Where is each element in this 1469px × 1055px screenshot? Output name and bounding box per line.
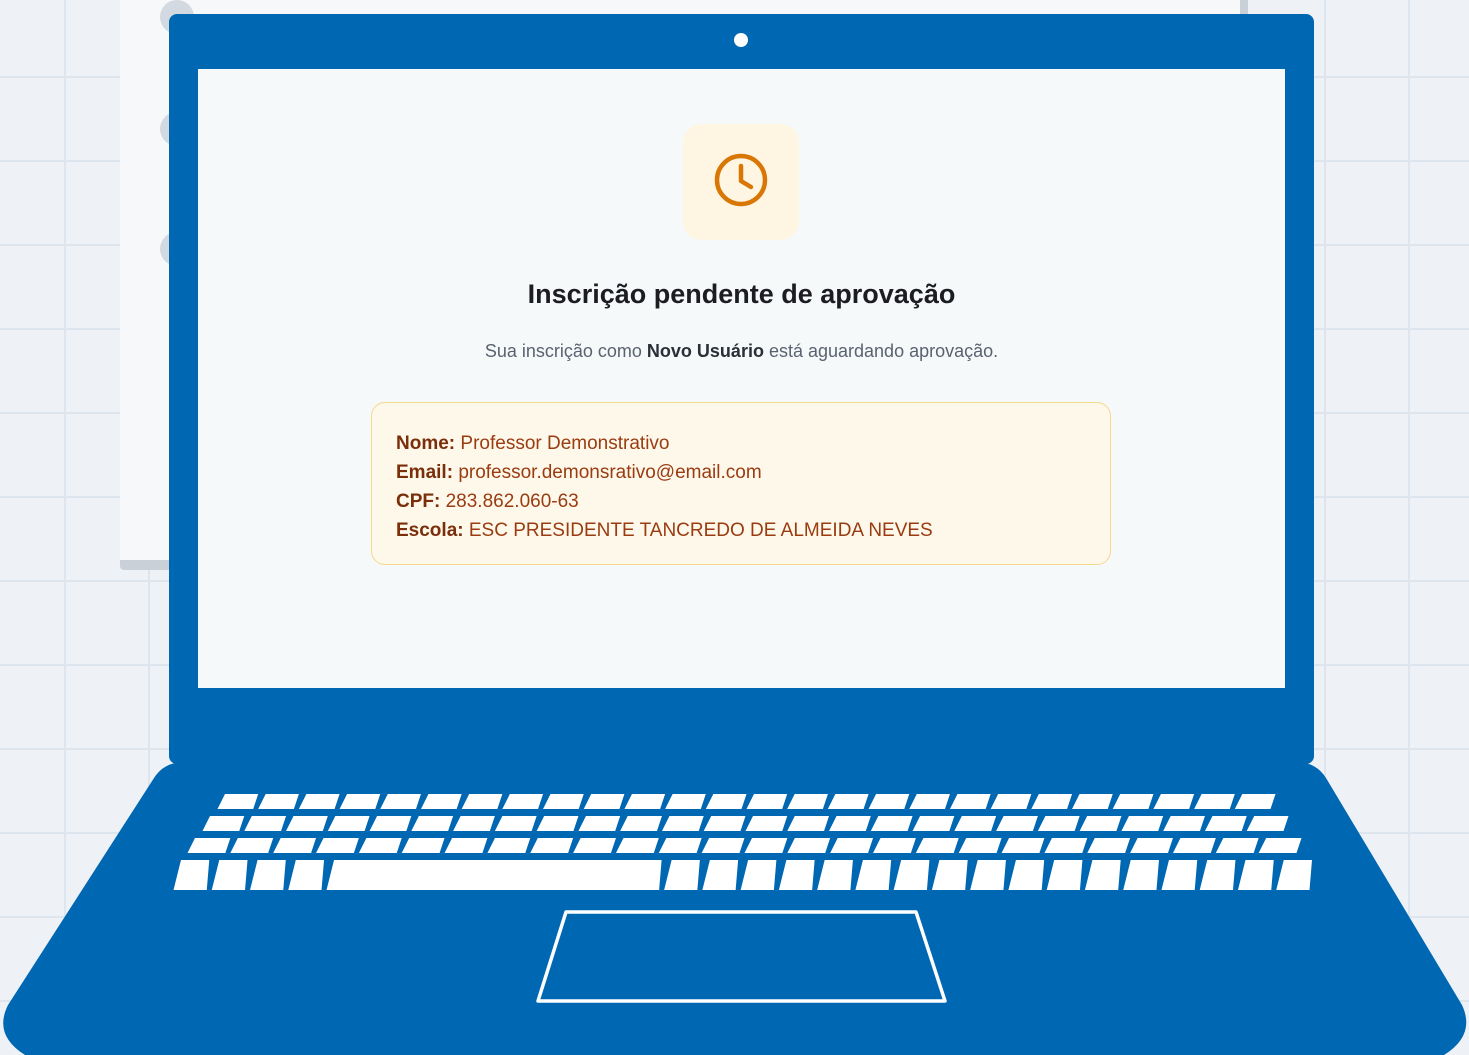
keyboard-key <box>1044 838 1088 853</box>
keyboard-key <box>1087 838 1131 853</box>
keyboard-key <box>830 838 874 853</box>
keyboard-key <box>358 838 402 853</box>
keyboard-key <box>316 838 359 853</box>
keyboard-key <box>1258 838 1302 853</box>
keyboard-key <box>615 838 659 853</box>
keyboard-key <box>658 838 702 853</box>
keyboard-key <box>530 838 574 853</box>
keyboard-key <box>1172 838 1216 853</box>
keyboard-key <box>701 838 745 853</box>
keyboard-key <box>915 838 959 853</box>
keyboard-key <box>487 838 531 853</box>
keyboard-key <box>273 838 317 853</box>
keyboard-key <box>1215 838 1259 853</box>
keyboard-key <box>444 838 488 853</box>
keyboard-key <box>187 838 231 853</box>
keyboard-key <box>744 838 788 853</box>
keyboard-key <box>401 838 445 853</box>
laptop-base <box>3 762 1467 1055</box>
keyboard-key <box>958 838 1002 853</box>
keyboard-key <box>787 838 831 853</box>
keyboard-key <box>230 838 274 853</box>
keyboard-key <box>873 838 916 853</box>
keyboard-key <box>1001 838 1045 853</box>
keyboard-key <box>1130 838 1173 853</box>
keyboard-key <box>326 860 662 890</box>
keyboard-key <box>573 838 616 853</box>
